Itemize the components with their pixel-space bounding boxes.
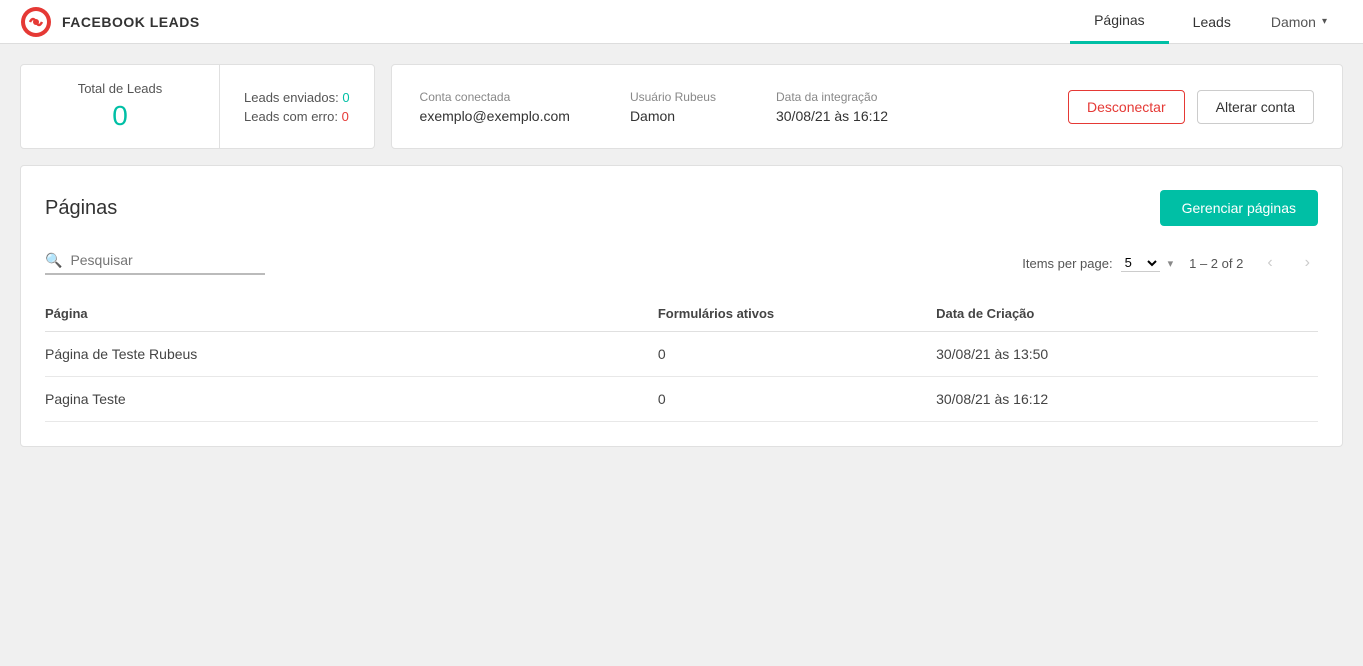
nav-paginas[interactable]: Páginas: [1070, 0, 1169, 44]
pagination-next-button[interactable]: ›: [1297, 250, 1318, 276]
cell-forms: 0: [618, 332, 936, 377]
main-nav: Páginas Leads Damon ▾: [1070, 0, 1343, 44]
logo-container: FACEBOOK LEADS: [20, 6, 200, 38]
nav-leads[interactable]: Leads: [1169, 0, 1255, 44]
account-email-field: Conta conectada exemplo@exemplo.com: [420, 90, 570, 124]
account-date-label: Data da integração: [776, 90, 888, 104]
account-user-value: Damon: [630, 108, 716, 124]
pages-title: Páginas: [45, 197, 117, 220]
disconnect-button[interactable]: Desconectar: [1068, 90, 1185, 124]
leads-error-value: 0: [342, 109, 349, 124]
leads-error-label: Leads com erro:: [244, 109, 338, 124]
leads-stats-card: Leads enviados: 0 Leads com erro: 0: [220, 64, 375, 149]
chevron-down-icon: ▾: [1168, 257, 1174, 270]
per-page-select[interactable]: 5 10 25: [1121, 254, 1160, 272]
main-content: Total de Leads 0 Leads enviados: 0 Leads…: [0, 44, 1363, 467]
table-row: Página de Teste Rubeus 0 30/08/21 às 13:…: [45, 332, 1318, 377]
chevron-down-icon: ▾: [1322, 16, 1327, 27]
table-header: Página Formulários ativos Data de Criaçã…: [45, 296, 1318, 332]
app-title: FACEBOOK LEADS: [62, 14, 200, 30]
cell-forms: 0: [618, 377, 936, 422]
account-card: Conta conectada exemplo@exemplo.com Usuá…: [391, 64, 1343, 149]
leads-sent-label: Leads enviados:: [244, 90, 339, 105]
cell-page: Pagina Teste: [45, 377, 618, 422]
total-leads-label: Total de Leads: [45, 81, 195, 96]
table-body: Página de Teste Rubeus 0 30/08/21 às 13:…: [45, 332, 1318, 422]
col-header-page: Página: [45, 296, 618, 332]
pages-section-header: Páginas Gerenciar páginas: [45, 190, 1318, 226]
leads-sent-value: 0: [342, 90, 349, 105]
account-date-value: 30/08/21 às 16:12: [776, 108, 888, 124]
col-header-date: Data de Criação: [936, 296, 1318, 332]
cell-date: 30/08/21 às 13:50: [936, 332, 1318, 377]
total-leads-value: 0: [45, 100, 195, 132]
pagination-controls: Items per page: 5 10 25 ▾ 1 – 2 of 2 ‹ ›: [1022, 250, 1318, 276]
cell-date: 30/08/21 às 16:12: [936, 377, 1318, 422]
app-header: FACEBOOK LEADS Páginas Leads Damon ▾: [0, 0, 1363, 44]
account-date-field: Data da integração 30/08/21 às 16:12: [776, 90, 888, 124]
search-pagination-row: 🔍 Items per page: 5 10 25 ▾ 1 – 2 of 2 ‹…: [45, 250, 1318, 276]
col-header-forms: Formulários ativos: [618, 296, 936, 332]
search-input[interactable]: [70, 252, 250, 268]
change-account-button[interactable]: Alterar conta: [1197, 90, 1314, 124]
items-per-page-label: Items per page:: [1022, 256, 1112, 271]
manage-pages-button[interactable]: Gerenciar páginas: [1160, 190, 1318, 226]
leads-sent-row: Leads enviados: 0: [244, 90, 350, 105]
cell-page: Página de Teste Rubeus: [45, 332, 618, 377]
account-email-value: exemplo@exemplo.com: [420, 108, 570, 124]
pagination-prev-button[interactable]: ‹: [1259, 250, 1280, 276]
account-email-label: Conta conectada: [420, 90, 570, 104]
pagination-info: 1 – 2 of 2: [1189, 256, 1243, 271]
items-per-page: Items per page: 5 10 25 ▾: [1022, 254, 1173, 272]
pages-table: Página Formulários ativos Data de Criaçã…: [45, 296, 1318, 422]
account-user-field: Usuário Rubeus Damon: [630, 90, 716, 124]
search-icon: 🔍: [45, 252, 62, 269]
pages-section: Páginas Gerenciar páginas 🔍 Items per pa…: [20, 165, 1343, 447]
total-leads-card: Total de Leads 0: [20, 64, 220, 149]
search-box: 🔍: [45, 252, 265, 275]
user-menu[interactable]: Damon ▾: [1255, 14, 1343, 30]
user-name: Damon: [1271, 14, 1316, 30]
stats-account-row: Total de Leads 0 Leads enviados: 0 Leads…: [20, 64, 1343, 149]
app-logo-icon: [20, 6, 52, 38]
table-row: Pagina Teste 0 30/08/21 às 16:12: [45, 377, 1318, 422]
account-actions: Desconectar Alterar conta: [1068, 90, 1314, 124]
account-user-label: Usuário Rubeus: [630, 90, 716, 104]
leads-error-row: Leads com erro: 0: [244, 109, 350, 124]
